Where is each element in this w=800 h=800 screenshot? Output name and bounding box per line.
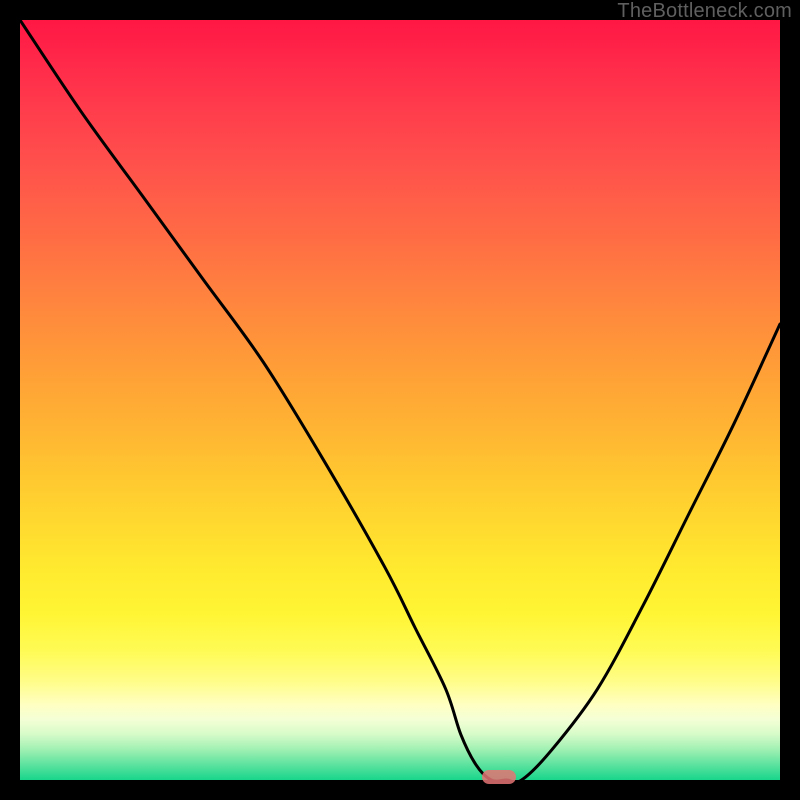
optimal-marker xyxy=(482,770,516,784)
watermark-text: TheBottleneck.com xyxy=(617,0,792,23)
chart-frame: TheBottleneck.com xyxy=(0,0,800,800)
bottleneck-curve xyxy=(20,20,780,780)
plot-area xyxy=(20,20,780,780)
